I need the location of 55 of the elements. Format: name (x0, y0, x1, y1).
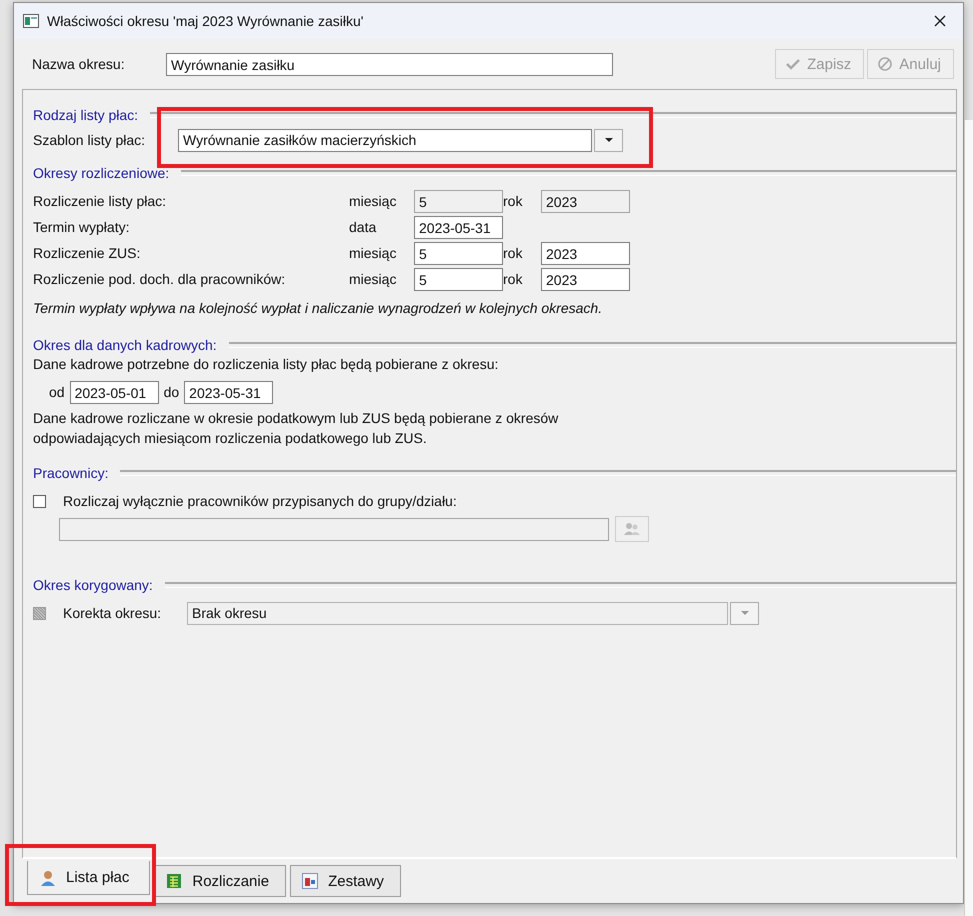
section-heading: Rodzaj listy płac: (33, 107, 138, 123)
cancel-icon (878, 57, 892, 71)
section-heading: Okres dla danych kadrowych: (33, 337, 217, 353)
date-field[interactable]: 2023-05-31 (184, 380, 274, 404)
chart-window-icon (302, 873, 318, 889)
note-text: Termin wypłaty wpływa na kolejność wypłat i naliczanie wynagrodzeń w kolejnych okresach. (33, 300, 604, 318)
field-label: miesiąc (349, 193, 398, 209)
close-icon (934, 15, 946, 27)
field-label: rok (503, 271, 524, 287)
field-label: do (164, 384, 180, 400)
description-text: odpowiadających miesiącom rozliczenia podatkowego lub ZUS. (33, 430, 428, 448)
input-field[interactable]: 5 (414, 242, 503, 264)
template-dropdown[interactable]: Wyrównanie zasiłków macierzyńskich (178, 128, 592, 152)
field-label: Termin wypłaty: (33, 219, 130, 235)
select-group-button[interactable] (615, 516, 649, 542)
field-label: Nazwa okresu: (32, 56, 126, 72)
input-field[interactable]: 2023 (541, 268, 630, 290)
date-field[interactable]: 2023-05-01 (70, 380, 159, 404)
tab[interactable]: Lista płac (27, 861, 150, 895)
section-heading: Okresy rozliczeniowe: (33, 165, 170, 181)
caret-icon (604, 138, 612, 142)
field-label: data (349, 219, 378, 235)
check-icon (786, 58, 800, 70)
checkbox-label: Rozliczaj wyłącznie pracowników przypisanych do grupy/działu: (63, 493, 457, 509)
input-field[interactable]: 2023-05-31 (414, 216, 503, 238)
field-label: miesiąc (349, 245, 398, 261)
field-label: rok (503, 193, 524, 209)
tab[interactable]: Rozliczanie (154, 865, 286, 897)
field-label: Rozliczenie pod. doch. dla pracowników: (33, 271, 286, 287)
window-title: Właściwości okresu 'maj 2023 Wyrównanie zasiłku' (47, 13, 364, 29)
field-label: Rozliczenie listy płac: (33, 193, 168, 209)
period-dropdown: Brak okresu (187, 602, 728, 624)
section-heading: Pracownicy: (33, 465, 108, 481)
input-field: 5 (414, 190, 503, 212)
checkbox-label: Korekta okresu: (63, 605, 162, 621)
caret-icon (740, 611, 748, 615)
name-field[interactable]: Wyrównanie zasiłku (166, 52, 613, 76)
field-label: Szablon listy płac: (33, 132, 146, 148)
description-text: Dane kadrowe potrzebne do rozliczenia listy płac będą pobierane z okresu: (33, 356, 500, 374)
description-text: Dane kadrowe rozliczane w okresie podatkowym lub ZUS będą pobierane z okresów (33, 410, 560, 428)
window-icon (23, 14, 39, 28)
field-label: rok (503, 245, 524, 261)
input-field[interactable]: 2023 (541, 242, 630, 264)
field-label: od (49, 384, 65, 400)
section-heading: Okres korygowany: (33, 577, 153, 593)
people-icon (624, 522, 640, 536)
input-field[interactable]: 5 (414, 268, 503, 290)
checkbox[interactable] (33, 494, 46, 508)
tab[interactable]: Zestawy (290, 865, 401, 897)
spreadsheet-icon (166, 873, 182, 889)
input-field: 2023 (541, 190, 630, 212)
field-label: miesiąc (349, 271, 398, 287)
dropdown-button[interactable] (594, 128, 623, 152)
person-icon (40, 870, 56, 886)
field-label: Rozliczenie ZUS: (33, 245, 142, 261)
